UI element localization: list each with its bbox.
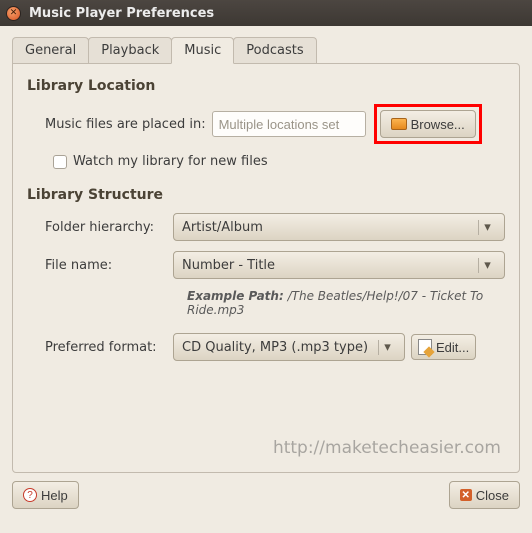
example-path: Example Path: /The Beatles/Help!/07 - Ti… bbox=[27, 289, 505, 317]
window-close-icon[interactable]: ✕ bbox=[6, 6, 21, 21]
file-name-row: File name: Number - Title ▾ bbox=[27, 251, 505, 279]
window-title: Music Player Preferences bbox=[29, 6, 214, 21]
format-label: Preferred format: bbox=[45, 340, 167, 355]
edit-label: Edit... bbox=[436, 340, 469, 355]
browse-highlight: Browse... bbox=[374, 104, 482, 144]
help-button[interactable]: ? Help bbox=[12, 481, 79, 509]
content-area: General Playback Music Podcasts Library … bbox=[0, 26, 532, 473]
tab-podcasts[interactable]: Podcasts bbox=[233, 37, 316, 64]
dialog-footer: ? Help ✕ Close bbox=[0, 473, 532, 519]
folder-value: Artist/Album bbox=[182, 220, 263, 235]
close-label: Close bbox=[476, 488, 509, 503]
file-value: Number - Title bbox=[182, 258, 275, 273]
tab-music[interactable]: Music bbox=[171, 37, 234, 64]
help-label: Help bbox=[41, 488, 68, 503]
folder-hierarchy-select[interactable]: Artist/Album ▾ bbox=[173, 213, 505, 241]
file-label: File name: bbox=[45, 258, 167, 273]
watch-label: Watch my library for new files bbox=[73, 154, 268, 169]
folder-icon bbox=[391, 118, 407, 130]
titlebar: ✕ Music Player Preferences bbox=[0, 0, 532, 26]
close-button[interactable]: ✕ Close bbox=[449, 481, 520, 509]
tab-panel: Library Location Music files are placed … bbox=[12, 63, 520, 473]
chevron-down-icon: ▾ bbox=[378, 340, 396, 355]
tab-general[interactable]: General bbox=[12, 37, 89, 64]
edit-format-button[interactable]: Edit... bbox=[411, 334, 476, 360]
preferred-format-row: Preferred format: CD Quality, MP3 (.mp3 … bbox=[27, 333, 505, 361]
edit-icon bbox=[418, 339, 432, 355]
library-structure-heading: Library Structure bbox=[27, 187, 505, 203]
library-location-heading: Library Location bbox=[27, 78, 505, 94]
watch-library-row: Watch my library for new files bbox=[27, 154, 505, 169]
tabs: General Playback Music Podcasts bbox=[12, 37, 520, 64]
chevron-down-icon: ▾ bbox=[478, 220, 496, 235]
music-location-row: Music files are placed in: Browse... bbox=[27, 104, 505, 144]
browse-label: Browse... bbox=[411, 117, 465, 132]
format-value: CD Quality, MP3 (.mp3 type) bbox=[182, 340, 368, 355]
folder-label: Folder hierarchy: bbox=[45, 220, 167, 235]
folder-hierarchy-row: Folder hierarchy: Artist/Album ▾ bbox=[27, 213, 505, 241]
chevron-down-icon: ▾ bbox=[478, 258, 496, 273]
placed-label: Music files are placed in: bbox=[45, 117, 206, 132]
watermark: http://maketecheasier.com bbox=[273, 438, 501, 458]
format-select[interactable]: CD Quality, MP3 (.mp3 type) ▾ bbox=[173, 333, 405, 361]
file-name-select[interactable]: Number - Title ▾ bbox=[173, 251, 505, 279]
help-icon: ? bbox=[23, 488, 37, 502]
browse-button[interactable]: Browse... bbox=[380, 110, 476, 138]
close-icon: ✕ bbox=[460, 489, 472, 501]
watch-checkbox[interactable] bbox=[53, 155, 67, 169]
tab-playback[interactable]: Playback bbox=[88, 37, 172, 64]
music-location-input[interactable] bbox=[212, 111, 366, 137]
